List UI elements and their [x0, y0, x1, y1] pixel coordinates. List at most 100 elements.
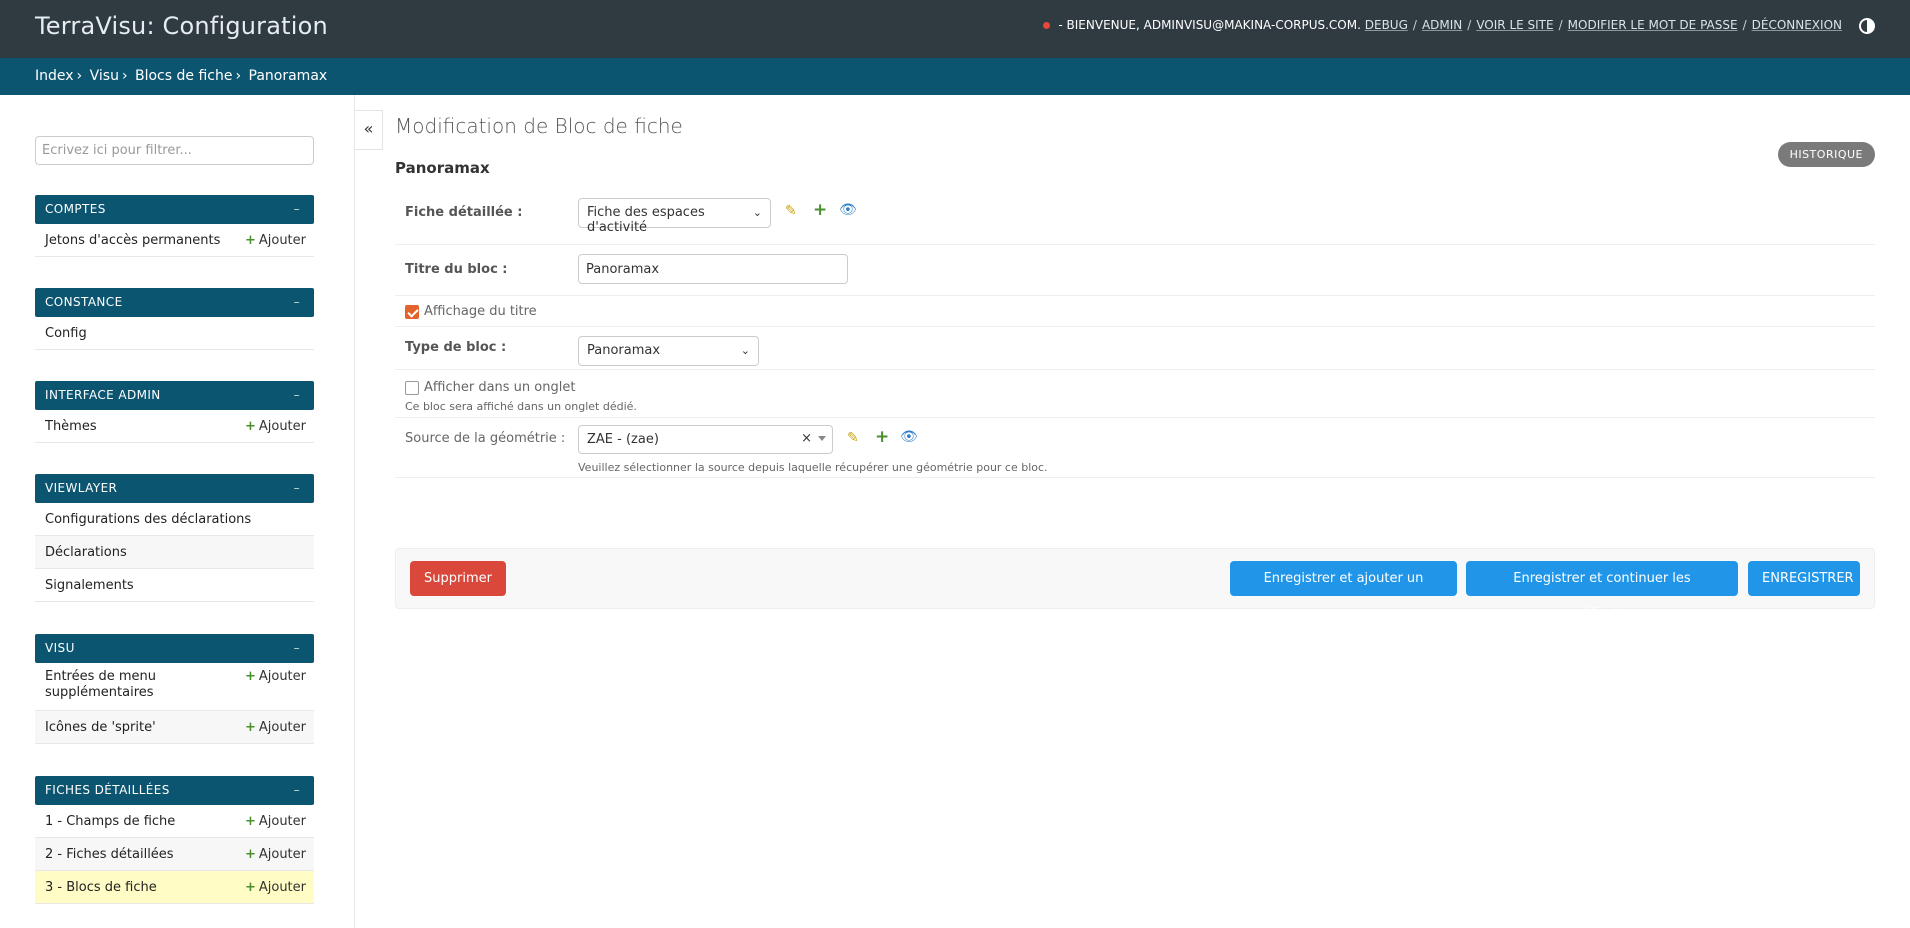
sidebar-item-label[interactable]: 1 - Champs de fiche — [45, 814, 235, 829]
breadcrumb-visu[interactable]: Visu — [90, 68, 119, 84]
plus-icon: + — [244, 880, 256, 895]
add-label: Ajouter — [258, 669, 306, 684]
add-link[interactable]: + Ajouter — [245, 720, 306, 735]
add-link[interactable]: + Ajouter — [245, 814, 306, 829]
module-caption[interactable]: COMPTES – — [35, 195, 314, 224]
sidebar-item-label[interactable]: Configurations des déclarations — [45, 512, 305, 527]
add-label: Ajouter — [258, 419, 306, 434]
site-brand[interactable]: TerraVisu: Configuration — [35, 12, 328, 40]
form-row-type: Type de bloc : Panoramax ⌄ — [395, 327, 1875, 370]
collapse-icon[interactable]: – — [294, 474, 300, 503]
module-caption-label: FICHES DÉTAILLÉES — [45, 783, 170, 797]
collapse-icon[interactable]: – — [294, 381, 300, 410]
module-caption[interactable]: VIEWLAYER – — [35, 474, 314, 503]
module-caption[interactable]: INTERFACE ADMIN – — [35, 381, 314, 410]
add-link[interactable]: + Ajouter — [245, 419, 306, 434]
collapse-icon[interactable]: – — [294, 634, 300, 663]
sidebar-item-label[interactable]: Thèmes — [45, 419, 235, 434]
module-constance: CONSTANCE – Config — [35, 288, 314, 350]
sidebar-item-sprite-icons[interactable]: Icônes de 'sprite' + Ajouter — [35, 711, 314, 744]
edit-pencil-icon[interactable]: ✎ — [847, 430, 859, 446]
plus-icon: + — [244, 720, 256, 735]
debug-link[interactable]: DEBUG — [1365, 18, 1408, 32]
sidebar-item-declarations[interactable]: Déclarations — [35, 536, 314, 569]
change-password-link[interactable]: MODIFIER LE MOT DE PASSE — [1568, 18, 1738, 32]
source-help: Veuillez sélectionner la source depuis l… — [578, 461, 1048, 474]
add-link[interactable]: + Ajouter — [245, 847, 306, 862]
module-caption[interactable]: CONSTANCE – — [35, 288, 314, 317]
collapse-icon[interactable]: – — [294, 776, 300, 805]
admin-link[interactable]: ADMIN — [1422, 18, 1462, 32]
header: TerraVisu: Configuration - BIENVENUE, AD… — [0, 0, 1910, 58]
form-row-source: Source de la géométrie : ZAE - (zae) × ✎… — [395, 418, 1875, 478]
module-caption-label: INTERFACE ADMIN — [45, 388, 161, 402]
sidebar-item-label[interactable]: Déclarations — [45, 545, 235, 560]
source-select-value: ZAE - (zae) — [587, 432, 659, 447]
sidebar-item-label[interactable]: 2 - Fiches détaillées — [45, 847, 235, 862]
sidebar-item-label[interactable]: Signalements — [45, 578, 235, 593]
onglet-help: Ce bloc sera affiché dans un onglet dédi… — [405, 400, 637, 413]
add-link[interactable]: + Ajouter — [245, 669, 306, 685]
breadcrumb-index[interactable]: Index — [35, 68, 74, 84]
collapse-icon[interactable]: – — [294, 288, 300, 317]
edit-pencil-icon[interactable]: ✎ — [785, 203, 797, 219]
type-select[interactable]: Panoramax ⌄ — [578, 336, 759, 366]
save-button[interactable]: ENREGISTRER — [1748, 561, 1860, 596]
sidebar-item-config[interactable]: Config — [35, 317, 314, 350]
form-row-onglet: Afficher dans un onglet Ce bloc sera aff… — [395, 370, 1875, 418]
user-tools: - BIENVENUE, ADMINVISU@MAKINA-CORPUS.COM… — [1043, 18, 1842, 32]
titre-label: Titre du bloc : — [405, 262, 508, 277]
titre-input[interactable] — [578, 254, 848, 284]
sidebar-item-label[interactable]: Entrées de menu supplémentaires — [45, 669, 165, 701]
sidebar-item-signalements[interactable]: Signalements — [35, 569, 314, 602]
sidebar-item-fiches[interactable]: 2 - Fiches détaillées + Ajouter — [35, 838, 314, 871]
sidebar-item-label[interactable]: Config — [45, 326, 235, 341]
onglet-checkbox[interactable] — [405, 381, 419, 395]
clear-x-icon[interactable]: × — [801, 431, 812, 446]
fiche-select[interactable]: Fiche des espaces d'activité ⌄ — [578, 198, 771, 235]
delete-button[interactable]: Supprimer — [410, 561, 506, 596]
add-link[interactable]: + Ajouter — [245, 233, 306, 248]
save-add-button[interactable]: Enregistrer et ajouter un nouveau — [1230, 561, 1457, 621]
add-link[interactable]: + Ajouter — [245, 880, 306, 895]
sidebar-item-jetons[interactable]: Jetons d'accès permanents + Ajouter — [35, 224, 314, 257]
sidebar-item-menu-entries[interactable]: Entrées de menu supplémentaires + Ajouter — [35, 663, 314, 711]
affichage-label[interactable]: Affichage du titre — [424, 304, 537, 319]
sidebar-item-blocs[interactable]: 3 - Blocs de fiche + Ajouter — [35, 871, 314, 904]
save-continue-button[interactable]: Enregistrer et continuer les modificatio… — [1466, 561, 1738, 621]
collapse-sidebar-button[interactable]: « — [355, 110, 383, 150]
sidebar-item-champs[interactable]: 1 - Champs de fiche + Ajouter — [35, 805, 314, 838]
sidebar-item-label[interactable]: 3 - Blocs de fiche — [45, 880, 235, 895]
affichage-checkbox[interactable] — [405, 305, 419, 319]
module-caption-label: VISU — [45, 641, 75, 655]
breadcrumb-blocs[interactable]: Blocs de fiche — [135, 68, 232, 84]
add-plus-icon[interactable]: + — [875, 427, 889, 447]
logout-link[interactable]: DÉCONNEXION — [1752, 18, 1842, 32]
source-select[interactable]: ZAE - (zae) × — [578, 425, 833, 454]
module-caption[interactable]: FICHES DÉTAILLÉES – — [35, 776, 314, 805]
add-plus-icon[interactable]: + — [813, 200, 827, 220]
module-comptes: COMPTES – Jetons d'accès permanents + Ajout… — [35, 195, 314, 257]
chevron-down-icon: ⌄ — [752, 206, 762, 219]
nav-filter-input[interactable] — [35, 136, 314, 165]
module-interface-admin: INTERFACE ADMIN – Thèmes + Ajouter — [35, 381, 314, 443]
sidebar-item-configurations[interactable]: Configurations des déclarations — [35, 503, 314, 536]
module-caption-label: VIEWLAYER — [45, 481, 118, 495]
onglet-label[interactable]: Afficher dans un onglet — [424, 380, 575, 395]
module-caption[interactable]: VISU – — [35, 634, 314, 663]
form-header: Modification de Bloc de fiche HISTORIQUE… — [395, 95, 1875, 195]
view-eye-icon[interactable]: 👁 — [900, 429, 918, 445]
history-button[interactable]: HISTORIQUE — [1777, 142, 1875, 167]
add-label: Ajouter — [258, 814, 306, 829]
source-label: Source de la géométrie : — [405, 431, 566, 446]
view-eye-icon[interactable]: 👁 — [839, 202, 857, 218]
contrast-icon[interactable] — [1859, 18, 1875, 34]
view-site-link[interactable]: VOIR LE SITE — [1476, 18, 1553, 32]
sidebar-item-themes[interactable]: Thèmes + Ajouter — [35, 410, 314, 443]
form-row-titre: Titre du bloc : — [395, 245, 1875, 296]
module-caption-label: COMPTES — [45, 202, 106, 216]
sidebar-item-label[interactable]: Icônes de 'sprite' — [45, 720, 235, 735]
page-title: Modification de Bloc de fiche — [395, 114, 683, 138]
collapse-icon[interactable]: – — [294, 195, 300, 224]
sidebar-item-label[interactable]: Jetons d'accès permanents — [45, 233, 235, 248]
